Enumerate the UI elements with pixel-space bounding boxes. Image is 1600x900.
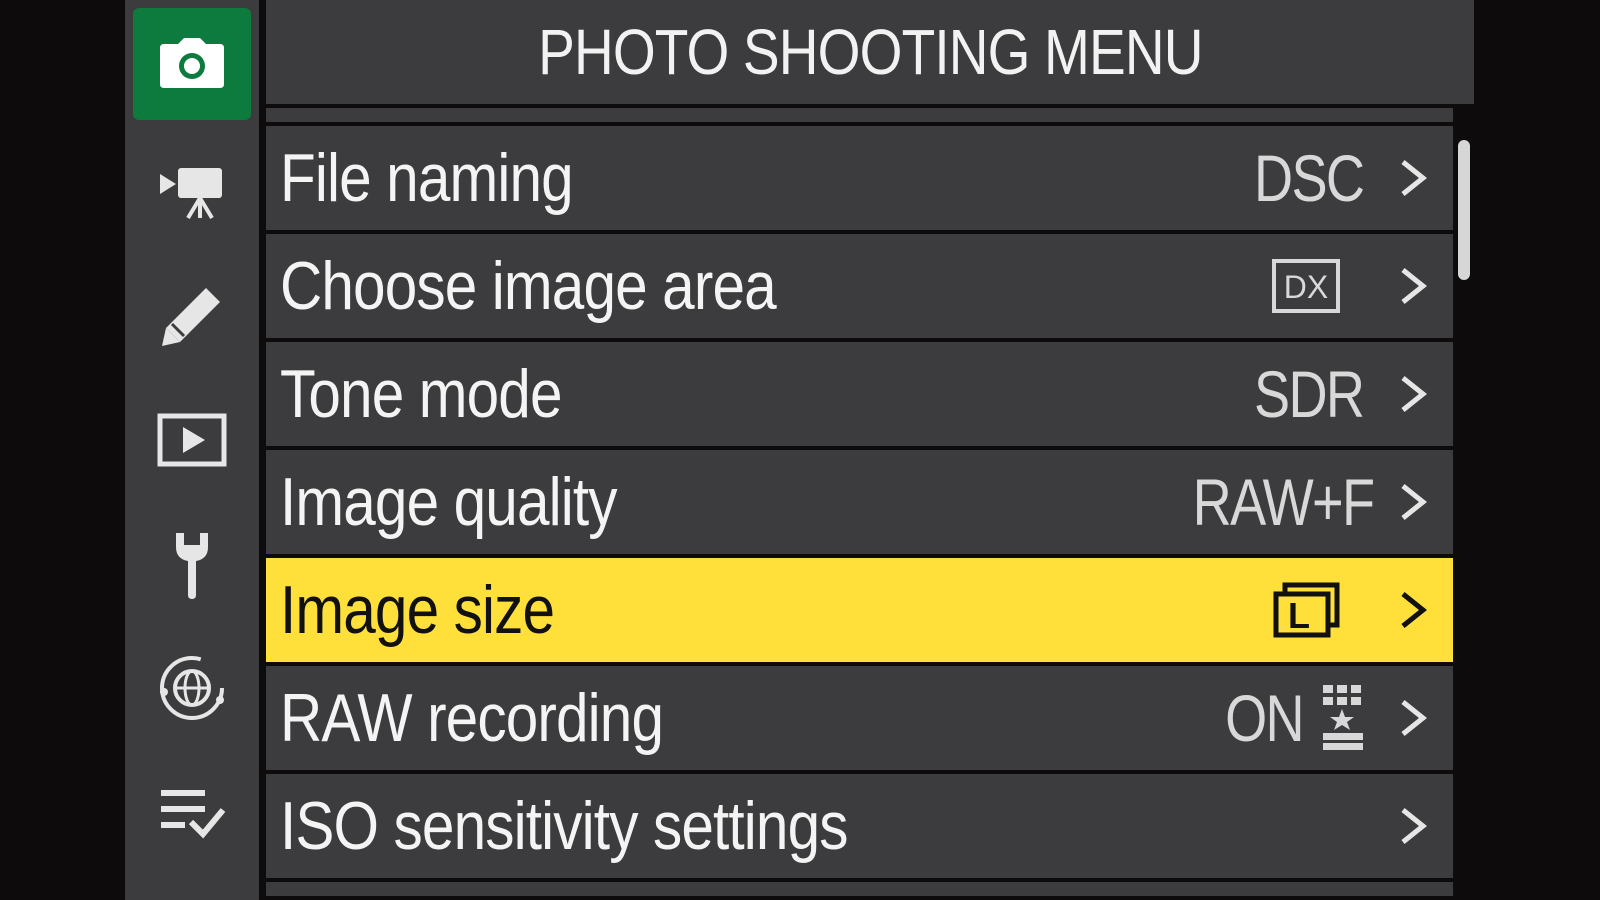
tab-custom-settings[interactable] [133,260,251,372]
raw-recording-grid-star-icon [1319,683,1369,753]
playback-icon [157,413,227,467]
menu-list: File naming DSC Choose image area DX Ton… [266,108,1453,896]
my-menu-checklist-icon [157,784,227,840]
menu-item-value: ON [1225,681,1305,755]
tab-photo-shooting[interactable] [133,8,251,120]
menu-item-label: Choose image area [280,248,777,324]
chevron-right-icon [1401,808,1428,844]
dx-crop-icon: DX [1271,258,1341,314]
menu-item-value: DSC [1253,141,1365,215]
menu-item-image-size[interactable]: Image size L [266,558,1453,662]
menu-item-raw-recording[interactable]: RAW recording ON [266,666,1453,770]
chevron-right-icon [1401,268,1428,304]
chevron-right-icon [1401,592,1428,628]
menu-item-image-quality[interactable]: Image quality RAW+F [266,450,1453,554]
chevron-right-icon [1401,700,1428,736]
menu-item-tone-mode[interactable]: Tone mode SDR [266,342,1453,446]
page-title: PHOTO SHOOTING MENU [537,16,1203,88]
menu-header: PHOTO SHOOTING MENU [266,0,1474,104]
menu-top-edge [266,108,1453,122]
menu-item-choose-image-area[interactable]: Choose image area DX [266,234,1453,338]
camera-icon [158,38,226,90]
size-label: L [1288,595,1310,636]
menu-item-value: RAW+F [1192,465,1374,539]
wrench-icon [170,529,214,599]
menu-item-label: RAW recording [280,680,664,756]
tab-playback[interactable] [133,384,251,496]
large-size-icon: L [1273,582,1341,638]
chevron-right-icon [1401,160,1428,196]
menu-item-iso-sensitivity-settings[interactable]: ISO sensitivity settings [266,774,1453,878]
tab-my-menu[interactable] [133,756,251,868]
tab-setup[interactable] [133,508,251,620]
camera-menu-screen: PHOTO SHOOTING MENU File naming DSC Choo… [0,0,1600,900]
movie-camera-icon [158,164,226,220]
menu-item-label: Image size [280,572,555,648]
scrollbar-thumb[interactable] [1458,140,1470,280]
tab-movie-recording[interactable] [133,136,251,248]
chevron-right-icon [1401,484,1428,520]
menu-item-label: Tone mode [280,356,562,432]
menu-bottom-edge [266,882,1453,896]
menu-item-label: File naming [280,140,574,216]
menu-tab-rail [125,0,259,900]
pencil-icon [158,284,226,348]
menu-item-label: Image quality [280,464,618,540]
dx-label: DX [1284,269,1328,305]
chevron-right-icon [1401,376,1428,412]
tab-network[interactable] [133,632,251,744]
menu-item-value: SDR [1253,357,1365,431]
network-globe-icon [156,652,228,724]
menu-item-label: ISO sensitivity settings [280,788,848,864]
menu-item-file-naming[interactable]: File naming DSC [266,126,1453,230]
